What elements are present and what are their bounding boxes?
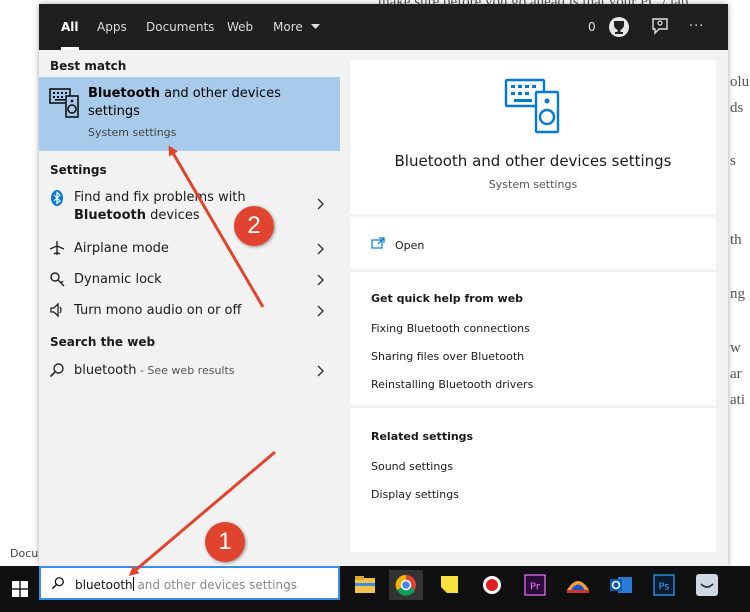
annotation-badge-1: 1 — [205, 522, 245, 562]
sticky-notes-icon[interactable] — [432, 570, 466, 600]
settings-item-label: Dynamic lock — [74, 272, 162, 287]
doc-status: Docu — [10, 547, 39, 560]
chevron-right-icon — [317, 365, 324, 377]
record-icon[interactable] — [475, 570, 509, 600]
doc-line: ds — [730, 100, 744, 116]
best-match-subtitle: System settings — [88, 126, 177, 139]
web-help-card: Get quick help from web Fixing Bluetooth… — [350, 272, 716, 405]
photoshop-icon[interactable]: Ps — [647, 570, 681, 600]
chevron-right-icon — [317, 198, 324, 210]
best-match-result[interactable]: Bluetooth and other devices settings Sys… — [39, 77, 340, 151]
related-link-display[interactable]: Display settings — [371, 488, 459, 501]
doc-line: s — [730, 153, 736, 169]
more-options-button[interactable]: ··· — [689, 4, 704, 50]
windows-start-icon[interactable] — [12, 581, 28, 597]
doc-line: ng — [730, 286, 745, 302]
related-settings-heading: Related settings — [371, 430, 474, 443]
tab-all[interactable]: All — [51, 4, 89, 50]
settings-item-label: Turn mono audio on or off — [74, 303, 242, 318]
outlook-icon[interactable] — [604, 570, 638, 600]
doc-line: th — [730, 232, 742, 248]
settings-item-airplane-mode[interactable]: Airplane mode — [39, 234, 340, 264]
best-match-title: Bluetooth and other devices settings — [88, 86, 281, 119]
detail-subtitle: System settings — [488, 178, 578, 191]
vpn-icon[interactable] — [561, 570, 595, 600]
bluetooth-icon — [51, 190, 63, 206]
doc-line: olu — [730, 74, 750, 90]
tab-web[interactable]: Web — [217, 4, 263, 50]
tab-apps[interactable]: Apps — [87, 4, 137, 50]
best-match-heading: Best match — [50, 59, 127, 73]
devices-settings-icon — [49, 88, 79, 118]
chevron-right-icon — [317, 305, 324, 317]
search-panel: All Apps Documents Web More 0 ··· Best m… — [39, 4, 728, 566]
taskbar: bluetooth and other devices settings Pr … — [0, 566, 750, 612]
taskbar-search-box[interactable]: bluetooth and other devices settings — [39, 566, 340, 600]
tab-documents[interactable]: Documents — [136, 4, 224, 50]
detail-pane: Bluetooth and other devices settings Sys… — [350, 60, 716, 552]
settings-item-mono-audio[interactable]: Turn mono audio on or off — [39, 296, 340, 326]
search-scope-tabs: All Apps Documents Web More 0 ··· — [39, 4, 728, 50]
open-icon — [371, 237, 385, 249]
settings-item-bluetooth-troubleshoot[interactable]: Find and fix problems with Bluetooth dev… — [39, 184, 340, 226]
search-web-heading: Search the web — [50, 335, 156, 349]
web-result-bluetooth[interactable]: bluetooth - See web results — [39, 356, 340, 386]
results-list: Best match Bluetooth and other devices s… — [39, 50, 340, 566]
detail-title: Bluetooth and other devices settings — [394, 152, 672, 170]
help-link[interactable]: Fixing Bluetooth connections — [371, 322, 530, 335]
settings-item-label: Airplane mode — [74, 241, 169, 256]
speaker-icon — [50, 302, 62, 318]
chrome-icon[interactable] — [389, 570, 423, 600]
doc-line: ar — [730, 366, 742, 382]
web-result-label: bluetooth - See web results — [74, 363, 235, 378]
search-icon — [49, 363, 64, 378]
tab-more[interactable]: More — [263, 4, 330, 50]
airplane-icon — [49, 241, 65, 255]
file-explorer-icon[interactable] — [348, 570, 382, 600]
chevron-right-icon — [317, 243, 324, 255]
related-settings-card: Related settings Sound settings Display … — [350, 408, 716, 552]
doc-line: w — [730, 340, 741, 356]
caret-down-icon — [310, 24, 320, 29]
tab-more-label: More — [273, 20, 303, 34]
key-icon — [50, 272, 65, 287]
rewards-count: 0 — [588, 20, 596, 34]
doc-line: ati — [730, 392, 745, 408]
settings-item-dynamic-lock[interactable]: Dynamic lock — [39, 265, 340, 295]
trophy-icon[interactable] — [608, 16, 630, 38]
help-link[interactable]: Reinstalling Bluetooth drivers — [371, 378, 533, 391]
finder-icon[interactable] — [690, 570, 724, 600]
search-input[interactable]: bluetooth and other devices settings — [75, 577, 297, 592]
premiere-icon[interactable]: Pr — [518, 570, 552, 600]
detail-header-card: Bluetooth and other devices settings Sys… — [350, 60, 716, 214]
chevron-right-icon — [317, 274, 324, 286]
search-icon — [51, 577, 64, 590]
related-link-sound[interactable]: Sound settings — [371, 460, 453, 473]
devices-settings-large-icon — [504, 78, 560, 134]
svg-text:Ps: Ps — [658, 582, 669, 593]
feedback-icon[interactable] — [651, 17, 669, 37]
settings-heading: Settings — [50, 163, 107, 177]
open-button-label: Open — [395, 239, 425, 252]
annotation-badge-2: 2 — [234, 206, 274, 246]
svg-text:Pr: Pr — [530, 582, 541, 593]
web-help-heading: Get quick help from web — [371, 292, 524, 305]
open-action-card[interactable]: Open — [350, 217, 716, 269]
help-link[interactable]: Sharing files over Bluetooth — [371, 350, 524, 363]
settings-item-label: Find and fix problems with Bluetooth dev… — [74, 190, 246, 223]
